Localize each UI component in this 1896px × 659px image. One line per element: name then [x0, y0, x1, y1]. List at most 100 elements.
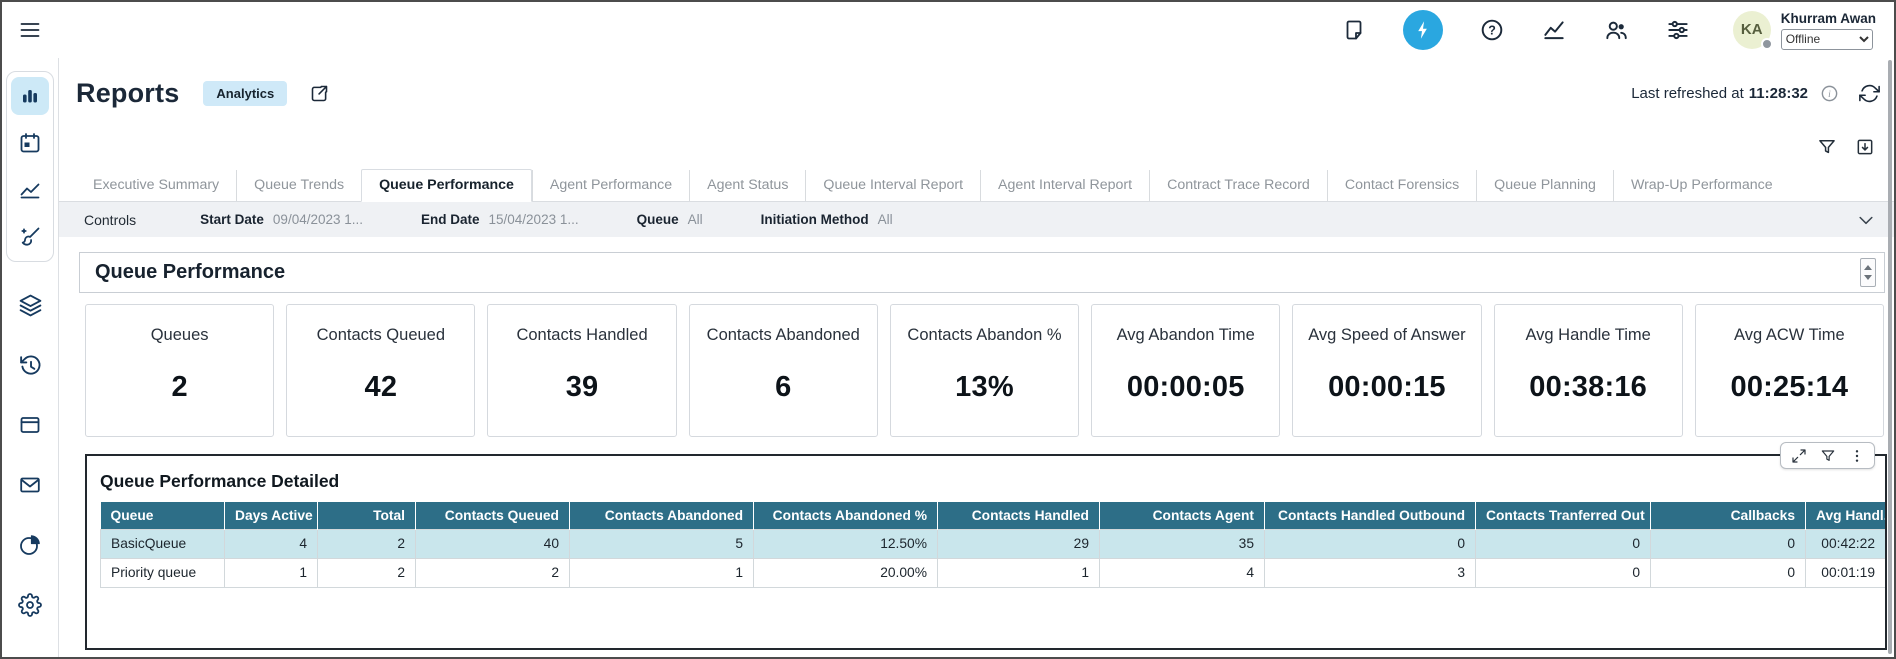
control-start-date[interactable]: Start Date 09/04/2023 1...	[200, 212, 363, 227]
kpi-card-queues: Queues 2	[85, 304, 274, 437]
col-total[interactable]: Total	[318, 502, 416, 529]
cell: 4	[1100, 558, 1265, 587]
col-contacts-handled-outbound[interactable]: Contacts Handled Outbound	[1265, 502, 1476, 529]
col-contacts-agent[interactable]: Contacts Agent	[1100, 502, 1265, 529]
control-label: Initiation Method	[761, 212, 869, 227]
gear-icon	[18, 593, 42, 617]
control-value: All	[688, 212, 703, 227]
col-days-active[interactable]: Days Active	[225, 502, 318, 529]
cell: 1	[570, 558, 754, 587]
last-refreshed-label: Last refreshed at	[1631, 85, 1744, 102]
kpi-value: 39	[488, 371, 675, 404]
sidebar	[2, 58, 59, 657]
control-initiation-method[interactable]: Initiation Method All	[761, 212, 893, 227]
col-contacts-abandoned-pct[interactable]: Contacts Abandoned %	[754, 502, 938, 529]
col-contacts-handled[interactable]: Contacts Handled	[938, 502, 1100, 529]
tab-agent-interval-report[interactable]: Agent Interval Report	[980, 170, 1149, 201]
col-contacts-abandoned[interactable]: Contacts Abandoned	[570, 502, 754, 529]
status-select[interactable]: Offline	[1781, 29, 1873, 50]
kpi-card-avg-handle-time: Avg Handle Time 00:38:16	[1494, 304, 1683, 437]
control-value: 09/04/2023 1...	[273, 212, 363, 227]
tab-executive-summary[interactable]: Executive Summary	[76, 170, 236, 201]
tab-queue-planning[interactable]: Queue Planning	[1476, 170, 1613, 201]
note-icon[interactable]	[1341, 17, 1367, 43]
filter-icon[interactable]	[1816, 136, 1838, 158]
sidebar-item-layers[interactable]	[11, 286, 49, 324]
history-icon	[18, 353, 43, 378]
table-row[interactable]: Priority queue 1 2 2 1 20.00% 1 4 3 0 0 …	[101, 558, 1886, 587]
sidebar-item-history[interactable]	[11, 346, 49, 384]
sidebar-item-calendar[interactable]	[11, 124, 49, 162]
tab-queue-interval-report[interactable]: Queue Interval Report	[805, 170, 980, 201]
control-queue[interactable]: Queue All	[637, 212, 703, 227]
refresh-icon[interactable]	[1859, 83, 1880, 104]
kpi-card-contacts-abandon-pct: Contacts Abandon % 13%	[890, 304, 1079, 437]
chevron-down-icon[interactable]	[1856, 210, 1876, 230]
report-tabs: Executive Summary Queue Trends Queue Per…	[59, 170, 1894, 202]
tab-wrap-up-performance[interactable]: Wrap-Up Performance	[1613, 170, 1790, 201]
control-end-date[interactable]: End Date 15/04/2023 1...	[421, 212, 579, 227]
tab-agent-status[interactable]: Agent Status	[689, 170, 805, 201]
sidebar-item-dashboards[interactable]	[11, 526, 49, 564]
filter-icon[interactable]	[1819, 447, 1836, 464]
pie-chart-icon	[18, 533, 42, 557]
cell: 4	[225, 529, 318, 558]
tab-queue-performance[interactable]: Queue Performance	[361, 169, 532, 202]
sliders-icon[interactable]	[1665, 17, 1691, 43]
controls-title: Controls	[84, 212, 136, 228]
queue-performance-table: Queue Days Active Total Contacts Queued …	[100, 502, 1885, 588]
avatar[interactable]: KA	[1733, 11, 1771, 49]
top-bar: ? KA Khurram Awan Offline	[2, 2, 1894, 58]
line-chart-icon	[18, 178, 42, 202]
col-contacts-queued[interactable]: Contacts Queued	[416, 502, 570, 529]
external-link-icon[interactable]	[309, 83, 330, 104]
col-queue[interactable]: Queue	[101, 502, 225, 529]
col-avg-handle[interactable]: Avg Handl..	[1806, 502, 1886, 529]
cell: 5	[570, 529, 754, 558]
table-header-row: Queue Days Active Total Contacts Queued …	[101, 502, 1886, 529]
expand-icon[interactable]	[1790, 447, 1807, 464]
kpi-label: Contacts Abandoned	[690, 326, 877, 345]
section-spinner[interactable]	[1860, 258, 1876, 287]
hamburger-menu-icon[interactable]	[18, 18, 42, 42]
lightning-icon[interactable]	[1403, 10, 1443, 50]
tab-queue-trends[interactable]: Queue Trends	[236, 170, 361, 201]
kpi-value: 13%	[891, 371, 1078, 404]
users-icon[interactable]	[1603, 17, 1629, 43]
user-name: Khurram Awan	[1781, 11, 1876, 26]
sidebar-item-mail[interactable]	[11, 466, 49, 504]
kebab-menu-icon[interactable]	[1848, 447, 1865, 464]
kpi-label: Avg Speed of Answer	[1293, 326, 1480, 345]
cell: 00:42:22	[1806, 529, 1886, 558]
col-contacts-tranferred-out[interactable]: Contacts Tranferred Out	[1476, 502, 1651, 529]
tab-contact-forensics[interactable]: Contact Forensics	[1327, 170, 1476, 201]
page-header: Reports Analytics Last refreshed at 11:2…	[59, 58, 1894, 122]
cell: 35	[1100, 529, 1265, 558]
tab-contract-trace-record[interactable]: Contract Trace Record	[1149, 170, 1327, 201]
sidebar-item-settings[interactable]	[11, 586, 49, 624]
vertical-scrollbar[interactable]	[1888, 60, 1892, 654]
panel-toolbar	[1780, 442, 1875, 469]
cell: 0	[1265, 529, 1476, 558]
tab-agent-performance[interactable]: Agent Performance	[532, 170, 689, 201]
sidebar-item-window[interactable]	[11, 406, 49, 444]
cell: 0	[1651, 529, 1806, 558]
calendar-icon	[18, 131, 42, 155]
kpi-value: 6	[690, 371, 877, 404]
kpi-card-contacts-queued: Contacts Queued 42	[286, 304, 475, 437]
last-refreshed-time: 11:28:32	[1749, 85, 1808, 102]
col-callbacks[interactable]: Callbacks	[1651, 502, 1806, 529]
cell: 0	[1476, 558, 1651, 587]
panel-title: Queue Performance Detailed	[87, 456, 1885, 492]
info-icon[interactable]: i	[1820, 84, 1839, 103]
help-icon[interactable]: ?	[1479, 17, 1505, 43]
sidebar-item-design[interactable]	[11, 218, 49, 256]
kpi-label: Contacts Abandon %	[891, 326, 1078, 345]
sidebar-item-reports[interactable]	[11, 77, 49, 115]
sidebar-item-metrics[interactable]	[11, 171, 49, 209]
caret-down-icon	[1864, 275, 1872, 280]
metrics-icon[interactable]	[1541, 17, 1567, 43]
export-download-icon[interactable]	[1854, 136, 1876, 158]
table-row[interactable]: BasicQueue 4 2 40 5 12.50% 29 35 0 0 0 0…	[101, 529, 1886, 558]
kpi-row: Queues 2 Contacts Queued 42 Contacts Han…	[85, 304, 1884, 437]
